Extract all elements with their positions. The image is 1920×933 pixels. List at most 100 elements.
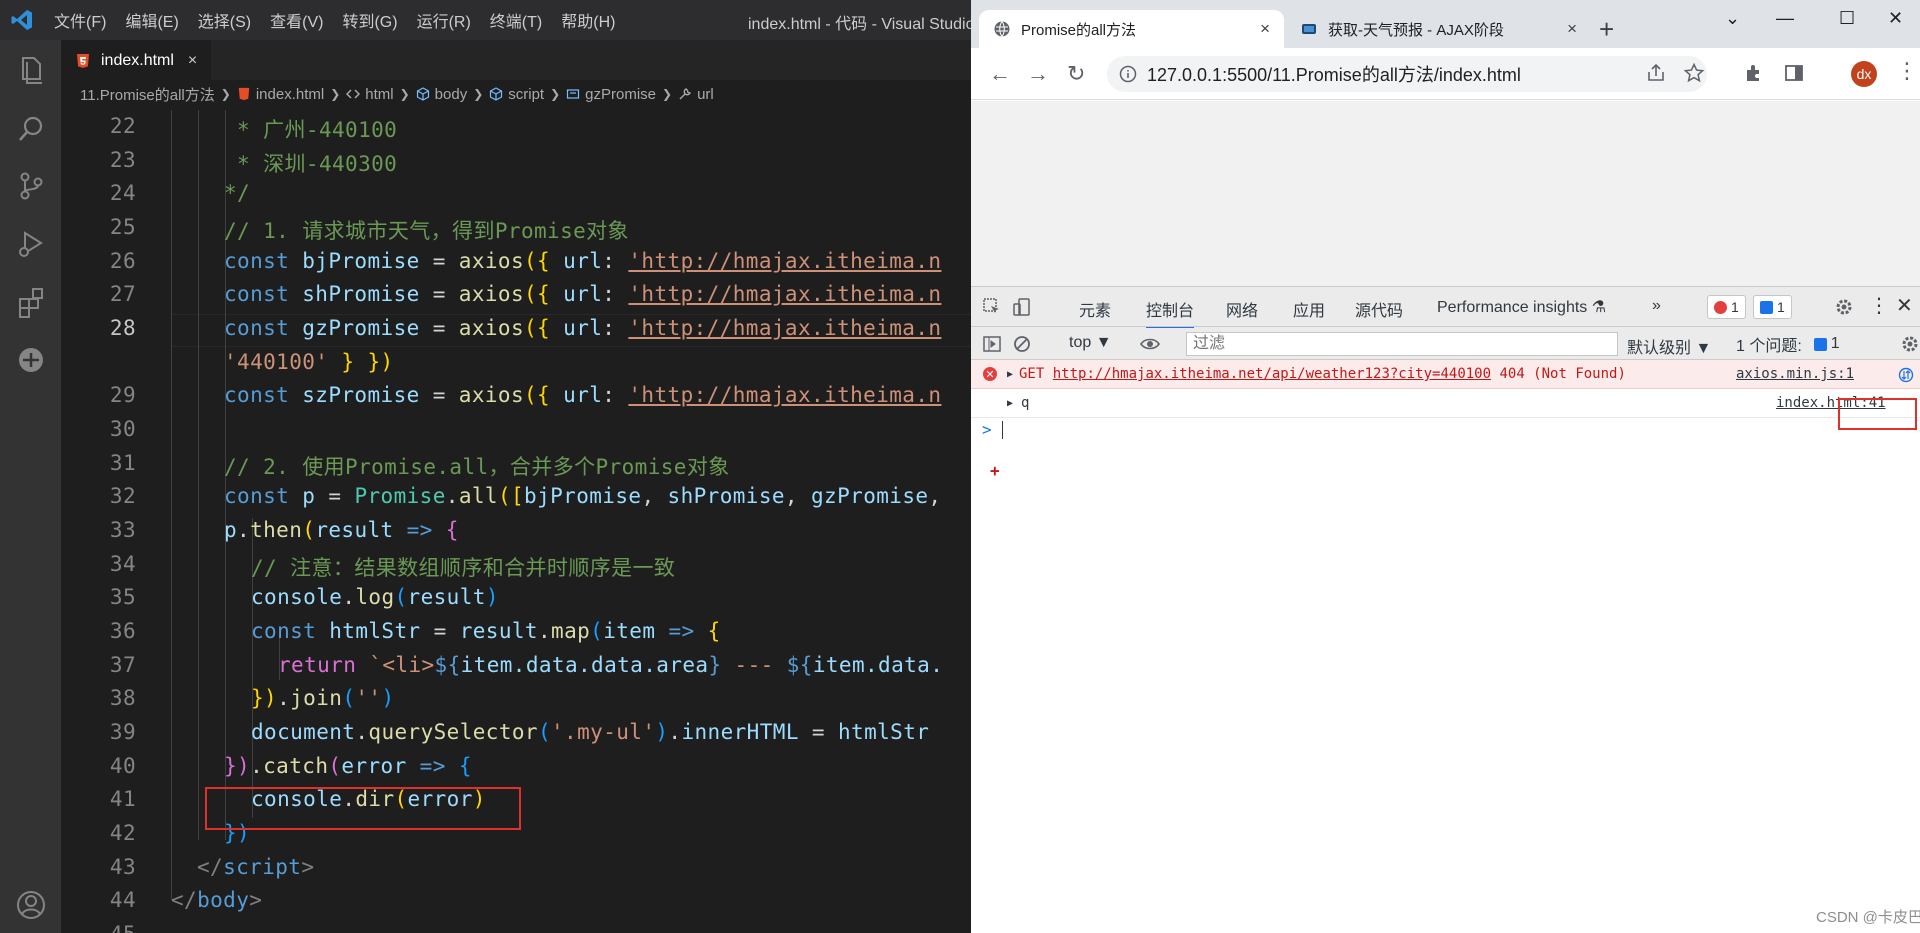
new-tab-button[interactable]: + [1599, 14, 1614, 45]
expand-triangle-icon[interactable]: ▶ [1007, 398, 1013, 409]
error-count-badge[interactable]: 1 [1707, 295, 1746, 319]
code-line: * 广州-440100 [224, 118, 398, 142]
more-tabs-icon[interactable]: » [1652, 297, 1661, 315]
code-line: p.then(result => { [224, 518, 459, 542]
maximize-button[interactable]: ☐ [1839, 8, 1855, 29]
address-bar[interactable]: 127.0.0.1:5500/11.Promise的all方法/index.ht… [1107, 56, 1707, 92]
menu-file[interactable]: 文件(F) [54, 8, 106, 32]
bookmark-star-icon[interactable] [1683, 62, 1705, 84]
error-icon: ✕ [983, 367, 997, 381]
inspect-element-icon[interactable] [981, 296, 1003, 318]
code-line: * 深圳-440300 [224, 152, 398, 176]
search-icon[interactable] [13, 111, 49, 147]
breadcrumb-folder[interactable]: 11.Promise的all方法 [80, 84, 215, 105]
devtools-tab-application[interactable]: 应用 [1293, 297, 1325, 321]
share-icon[interactable] [1645, 62, 1667, 84]
breadcrumb-body[interactable]: body [435, 86, 468, 103]
tab-search-icon[interactable]: ⌄ [1725, 8, 1740, 29]
code-line: return `<li>${item.data.data.area} --- $… [278, 653, 944, 677]
settings-gear-icon[interactable] [1833, 296, 1855, 318]
line-number: 24 [109, 181, 136, 205]
close-devtools-icon[interactable]: ✕ [1896, 293, 1913, 318]
devtools-tabbar: 元素 控制台 网络 应用 源代码 Performance insights ⚗ … [971, 287, 1920, 329]
breadcrumb-html[interactable]: html [365, 86, 393, 103]
browser-tab[interactable]: 获取-天气预报 - AJAX阶段 × [1286, 10, 1591, 48]
line-number: 39 [109, 720, 136, 744]
account-icon[interactable] [13, 887, 49, 923]
issues-button[interactable]: 1 个问题: 1 [1736, 332, 1840, 356]
console-error-row[interactable]: ✕ ▶ GET http://hmajax.itheima.net/api/we… [971, 360, 1920, 389]
tab-index-html[interactable]: index.html × [61, 40, 211, 80]
browser-tab-title: Promise的all方法 [1021, 21, 1137, 39]
devtools-tab-sources[interactable]: 源代码 [1355, 297, 1403, 321]
devtools-tab-elements[interactable]: 元素 [1079, 297, 1111, 321]
wrench-icon [679, 88, 692, 100]
minimize-button[interactable]: — [1776, 8, 1794, 29]
message-icon [1813, 337, 1827, 351]
close-window-button[interactable]: ✕ [1888, 8, 1903, 29]
tab-close-icon[interactable]: × [188, 52, 197, 70]
console-prompt[interactable]: > [971, 418, 1920, 444]
forward-icon[interactable]: → [1027, 61, 1049, 87]
browser-toolbar: ← → ↻ 127.0.0.1:5500/11.Promise的all方法/in… [971, 48, 1920, 100]
watermark: CSDN @卡皮巴拉 [1816, 909, 1920, 926]
menu-run[interactable]: 运行(R) [417, 8, 471, 32]
explorer-icon[interactable] [13, 52, 49, 88]
breadcrumb-url[interactable]: url [697, 86, 714, 103]
menu-edit[interactable]: 编辑(E) [125, 8, 178, 32]
line-number: 37 [109, 653, 136, 677]
devtools-tab-console[interactable]: 控制台 [1146, 297, 1195, 329]
expand-triangle-icon[interactable]: ▶ [1007, 369, 1013, 380]
run-debug-icon[interactable] [13, 226, 49, 262]
text-caret [1002, 421, 1003, 439]
menu-help[interactable]: 帮助(H) [561, 8, 615, 32]
line-number: 32 [109, 484, 136, 508]
breadcrumb-gzpromise[interactable]: gzPromise [585, 86, 656, 103]
back-icon[interactable]: ← [989, 61, 1011, 87]
error-source-link[interactable]: axios.min.js:1 [1736, 366, 1854, 382]
side-panel-icon[interactable] [1783, 62, 1805, 84]
extensions-icon[interactable] [13, 284, 49, 320]
console-output: ✕ ▶ GET http://hmajax.itheima.net/api/we… [971, 360, 1920, 933]
browser-tabstrip: Promise的all方法 × 获取-天气预报 - AJAX阶段 × + ⌄ —… [971, 0, 1920, 48]
sidebar-toggle-icon[interactable] [981, 333, 1003, 355]
line-number: 27 [109, 282, 136, 306]
code-line: const p = Promise.all([bjPromise, shProm… [224, 484, 942, 508]
live-expression-eye-icon[interactable] [1139, 333, 1161, 355]
menu-selection[interactable]: 选择(S) [198, 8, 251, 32]
breadcrumb-file[interactable]: index.html [256, 86, 324, 103]
breadcrumb-script[interactable]: script [508, 86, 544, 103]
devtools-tab-performance-insights[interactable]: Performance insights ⚗ [1437, 297, 1606, 317]
console-filter-input[interactable] [1186, 332, 1618, 356]
line-number: 29 [109, 383, 136, 407]
device-toolbar-icon[interactable] [1011, 296, 1033, 318]
clear-console-icon[interactable] [1011, 333, 1033, 355]
kebab-menu-icon[interactable]: ⋮ [1896, 58, 1918, 84]
console-log-row[interactable]: ▶ q index.html:41 [971, 389, 1920, 418]
network-request-icon[interactable] [1898, 367, 1914, 383]
profile-avatar[interactable]: dx [1851, 61, 1877, 87]
devtools-tab-network[interactable]: 网络 [1226, 297, 1258, 321]
error-url-link[interactable]: http://hmajax.itheima.net/api/weather123… [1053, 366, 1491, 382]
cursor-crosshair-icon: + [990, 461, 1000, 480]
menu-terminal[interactable]: 终端(T) [490, 8, 542, 32]
menu-go[interactable]: 转到(G) [342, 8, 397, 32]
menu-view[interactable]: 查看(V) [270, 8, 323, 32]
close-tab-icon[interactable]: × [1260, 19, 1270, 39]
code-line: const htmlStr = result.map(item => { [251, 619, 721, 643]
console-settings-gear-icon[interactable] [1899, 333, 1920, 355]
log-level-dropdown[interactable]: 默认级别 ▼ [1627, 334, 1711, 358]
message-count-badge[interactable]: 1 [1753, 295, 1792, 319]
log-message: q [1021, 395, 1030, 411]
context-selector[interactable]: top ▼ [1069, 334, 1112, 352]
live-share-icon[interactable] [13, 342, 49, 378]
browser-tab-active[interactable]: Promise的all方法 × [979, 10, 1284, 48]
reload-icon[interactable]: ↻ [1067, 61, 1085, 87]
extensions-puzzle-icon[interactable] [1743, 62, 1765, 84]
close-tab-icon[interactable]: × [1567, 19, 1577, 39]
source-control-icon[interactable] [13, 168, 49, 204]
chevron-right-icon: ❯ [330, 87, 341, 101]
devtools-menu-icon[interactable]: ⋮ [1869, 293, 1889, 318]
vscode-menubar: 文件(F) 编辑(E) 选择(S) 查看(V) 转到(G) 运行(R) 终端(T… [54, 0, 634, 40]
chevron-right-icon: ❯ [473, 87, 484, 101]
